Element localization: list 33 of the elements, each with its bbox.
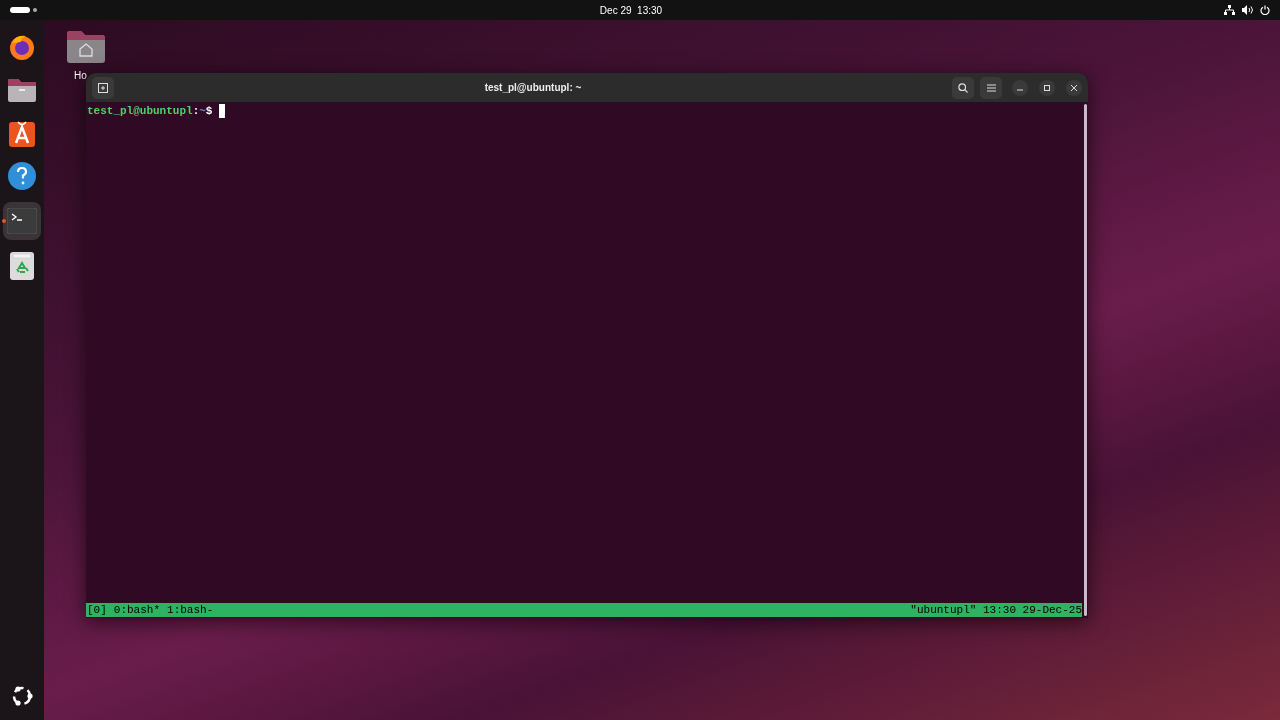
new-tab-icon [98,82,108,93]
search-button[interactable] [952,76,974,99]
home-folder-icon[interactable] [66,30,106,64]
new-tab-button[interactable] [92,76,114,99]
help-icon[interactable] [7,161,37,191]
volume-icon[interactable] [1242,5,1253,15]
app-store-icon[interactable] [9,119,35,147]
power-icon[interactable] [1260,5,1270,15]
maximize-icon [1044,84,1050,91]
clock[interactable]: Dec 29 13:30 [599,2,663,18]
close-icon [1071,84,1077,91]
tmux-window-label: 1:bash- [167,603,214,617]
window-title: test_pl@ubuntupl: ~ [483,81,583,95]
search-icon [958,82,968,93]
workspace-indicator-icon[interactable] [10,7,38,13]
tmux-status-right: "ubuntupl" 13:30 29-Dec-25 [910,603,1082,617]
menu-icon [986,83,996,92]
network-icon[interactable] [1224,5,1235,15]
ubuntu-logo-icon[interactable] [10,684,34,708]
running-indicator [2,219,6,223]
browser-icon[interactable] [8,33,36,61]
folder-icon[interactable] [7,77,37,103]
tmux-session: [0] [87,603,107,617]
menu-button[interactable] [980,76,1002,99]
maximize-button[interactable] [1039,79,1055,96]
shell-prompt: test_pl@ubuntupl:~$ [87,104,213,118]
terminal-icon[interactable] [7,208,37,234]
text-cursor [219,104,226,118]
tmux-window-label: 0:bash* [113,603,161,617]
close-button[interactable] [1066,79,1082,96]
desktop-icon-label: Ho [74,69,87,83]
minimize-button[interactable] [1012,79,1028,96]
trash-icon[interactable] [10,252,34,280]
